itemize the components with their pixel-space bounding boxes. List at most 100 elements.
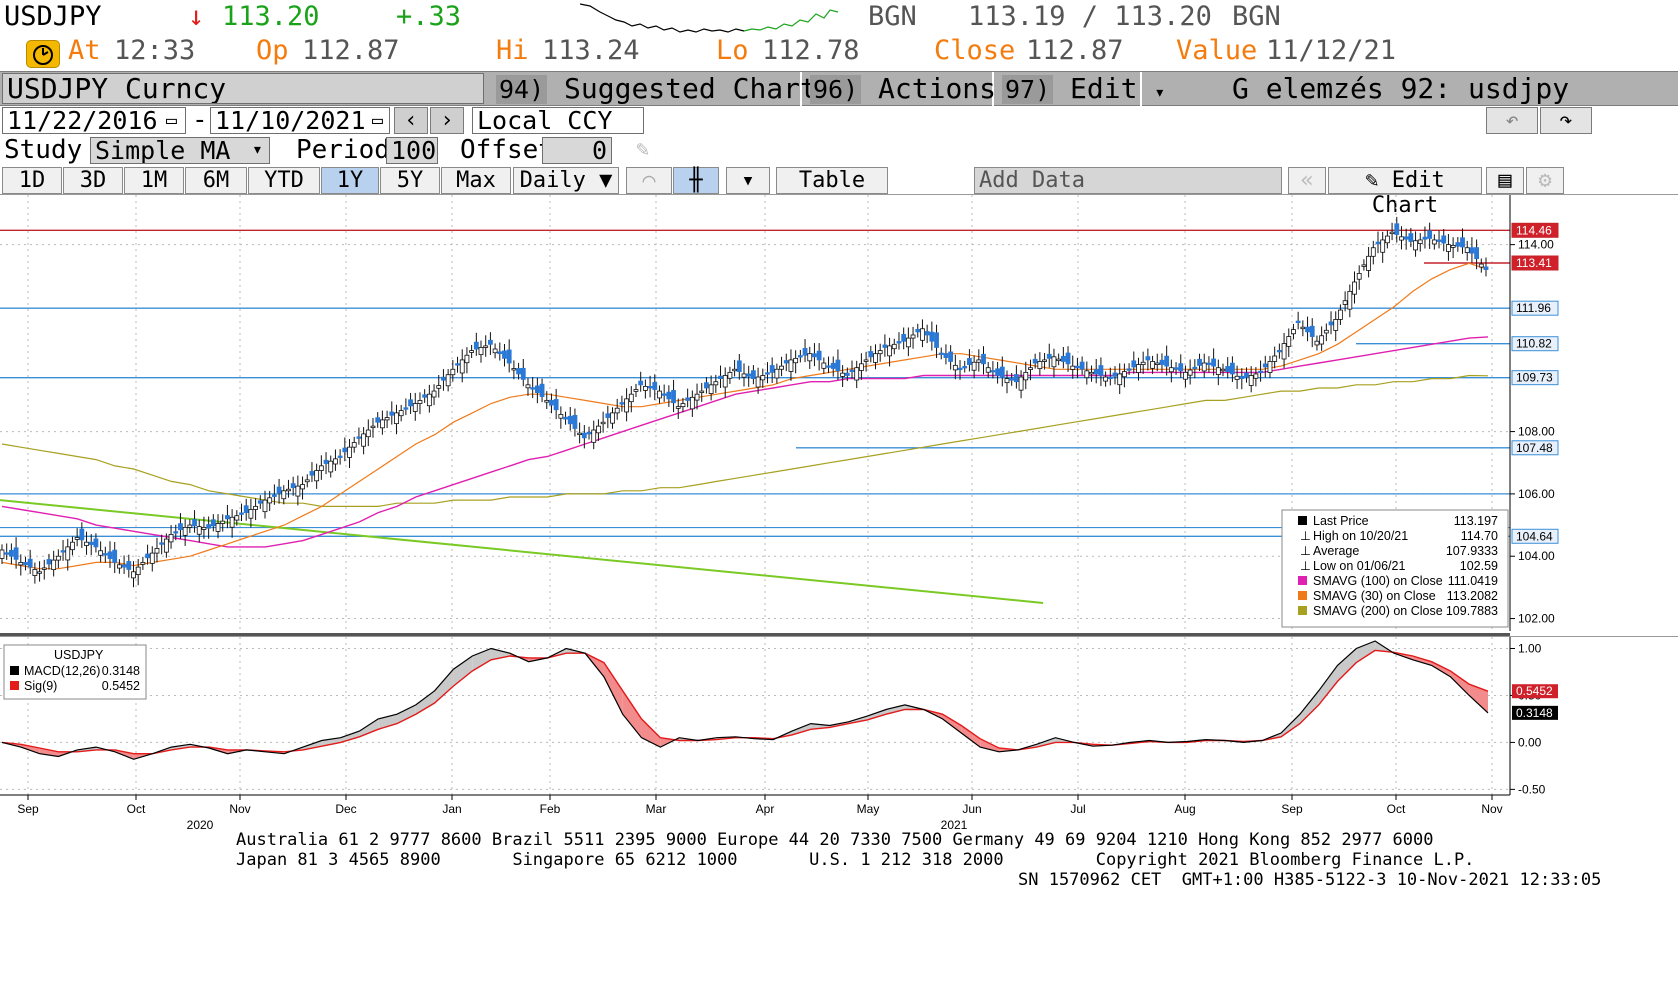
candle-body: [1046, 353, 1052, 359]
actions-label: Actions: [878, 72, 997, 105]
candle-body: [1028, 367, 1033, 370]
candle-body: [1140, 361, 1146, 365]
candle-body: [459, 359, 465, 374]
offset-field[interactable]: 0: [542, 137, 612, 164]
start-date-value: 11/22/2016: [7, 107, 158, 134]
candle-body: [502, 350, 507, 359]
gear-icon[interactable]: ⚙: [1526, 167, 1564, 194]
bid-ask: 113.19 / 113.20: [968, 1, 1212, 32]
candle-body: [394, 412, 399, 425]
candle-body: [1206, 362, 1212, 365]
realtime-clock-icon[interactable]: [26, 40, 60, 68]
collapse-icon[interactable]: «: [1288, 167, 1326, 194]
currency-value: Local CCY: [477, 107, 613, 134]
currency-select[interactable]: Local CCY: [472, 107, 644, 134]
candle-body: [642, 385, 648, 391]
candle-body: [699, 390, 705, 393]
ticker[interactable]: USDJPY: [4, 0, 102, 34]
edit-menu[interactable]: 97) Edit ▾: [996, 72, 1165, 109]
line-chart-icon[interactable]: ⌒: [626, 167, 672, 194]
candle-body: [1403, 236, 1409, 240]
tab-5y[interactable]: 5Y: [380, 167, 440, 194]
candle-body: [924, 331, 930, 336]
candle-body: [506, 349, 512, 364]
candle-body: [1183, 371, 1188, 380]
candle-body: [314, 470, 320, 482]
legend-marker-icon: ⊥: [1300, 559, 1311, 573]
chart-type-dropdown-icon[interactable]: ▾: [726, 167, 770, 194]
pen-icon[interactable]: ✎: [636, 136, 649, 164]
next-period-button[interactable]: ›: [430, 107, 464, 134]
table-button[interactable]: Table: [776, 167, 888, 194]
candle-body: [797, 355, 803, 358]
candle-body: [154, 548, 160, 554]
frequency-select[interactable]: Daily ▼: [513, 167, 619, 194]
tab-1d[interactable]: 1D: [2, 167, 62, 194]
macd-legend-label: MACD(12,26): [24, 664, 100, 678]
tab-3d[interactable]: 3D: [63, 167, 123, 194]
edit-number: 97): [1002, 75, 1054, 104]
candle-body: [361, 433, 367, 447]
candle-body: [802, 347, 808, 356]
undo-icon[interactable]: ↶: [1486, 107, 1538, 134]
macd-legend-value: 0.3148: [102, 664, 140, 678]
tab-max[interactable]: Max: [441, 167, 511, 194]
sma200-line: [1, 374, 1489, 507]
start-date-field[interactable]: 11/22/2016: [2, 107, 186, 134]
legend-swatch: [1298, 606, 1307, 615]
x-month-label: Jan: [442, 802, 461, 816]
candle-body: [713, 381, 719, 386]
macd-legend[interactable]: USDJPY MACD(12,26) 0.3148 Sig(9) 0.5452: [3, 644, 147, 700]
candle-body: [981, 353, 986, 365]
panel-divider[interactable]: [0, 633, 1510, 636]
candle-chart-icon[interactable]: ╫: [673, 167, 719, 194]
tab-1m[interactable]: 1M: [124, 167, 184, 194]
tab-6m[interactable]: 6M: [185, 167, 247, 194]
candle-body: [905, 337, 911, 348]
study-dropdown-icon[interactable]: ▾: [252, 136, 263, 164]
candle-body: [473, 341, 479, 350]
candle-body: [1276, 350, 1282, 353]
tab-ytd[interactable]: YTD: [248, 167, 320, 194]
candle-body: [225, 515, 230, 520]
candle-body: [98, 550, 104, 556]
redo-icon[interactable]: ↷: [1540, 107, 1592, 134]
candle-body: [967, 358, 972, 365]
candle-body: [46, 559, 52, 565]
candle-body: [389, 411, 395, 416]
edit-chart-button[interactable]: ✎ Edit Chart: [1328, 167, 1482, 218]
macd-histogram-fill: [1450, 671, 1470, 696]
candle-body: [647, 385, 653, 389]
previous-period-button[interactable]: ‹: [394, 107, 428, 134]
candle-body: [1328, 321, 1334, 326]
candle-body: [549, 400, 554, 406]
period-label: Period: [296, 135, 390, 165]
candle-body: [1361, 264, 1367, 267]
add-data-field[interactable]: Add Data: [974, 167, 1282, 194]
price-tick-label: 108.00: [1518, 425, 1555, 439]
candle-body: [257, 500, 263, 504]
chart-settings-icon[interactable]: ▤: [1486, 167, 1524, 194]
candle-body: [985, 367, 991, 373]
candle-body: [666, 391, 672, 400]
candle-body: [1375, 241, 1381, 245]
start-calendar-icon[interactable]: ▭: [166, 107, 177, 135]
candle-body: [990, 370, 996, 373]
legend-value: 111.0419: [1448, 574, 1498, 588]
price-legend[interactable]: Last Price 113.197⊥ High on 10/20/21 114.70…: [1281, 509, 1509, 628]
candle-body: [431, 390, 437, 398]
study-select[interactable]: Simple MA: [90, 137, 270, 164]
candle-body: [605, 413, 611, 418]
legend-marker-icon: ⊥: [1300, 529, 1311, 543]
candle-body: [1389, 231, 1395, 235]
tab-1y[interactable]: 1Y: [321, 167, 379, 194]
candle-body: [267, 497, 273, 504]
suggested-charts-menu[interactable]: 94) Suggested Charts: [490, 72, 834, 106]
end-calendar-icon[interactable]: ▭: [372, 107, 383, 135]
security-field[interactable]: USDJPY Curncy: [2, 73, 484, 104]
candle-body: [1352, 281, 1357, 295]
end-date-field[interactable]: 11/10/2021: [210, 107, 390, 134]
period-field[interactable]: 100: [386, 137, 438, 164]
actions-menu[interactable]: 96) Actions ▾: [804, 72, 1024, 109]
candle-body: [295, 485, 301, 497]
